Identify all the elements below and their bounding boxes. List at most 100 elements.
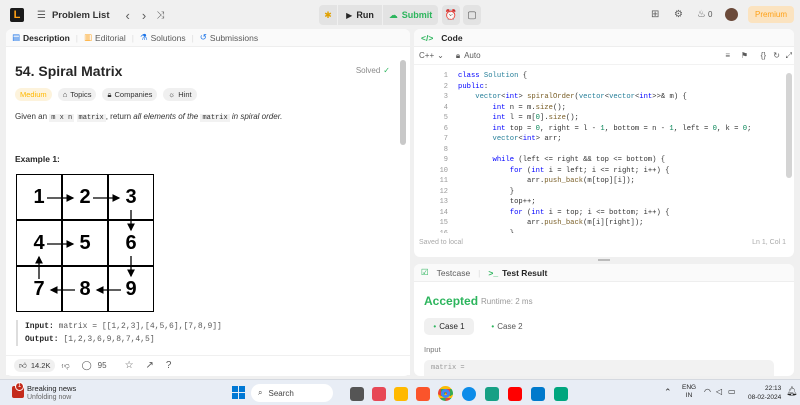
output-label: Output: <box>25 335 59 344</box>
chevron-up-icon[interactable]: ⌃ <box>664 387 672 398</box>
timer-button[interactable]: ⏰ <box>442 5 460 25</box>
help-icon[interactable]: ? <box>166 360 172 371</box>
code-line: int n = m.size(); <box>492 103 566 112</box>
windows-start-icon[interactable] <box>232 386 245 399</box>
line-number: 4 <box>443 103 448 112</box>
check-circle-icon: ✓ <box>383 66 390 75</box>
copilot-icon[interactable] <box>372 387 386 401</box>
news-subtitle: Unfolding now <box>27 394 72 401</box>
time: 22:13 <box>764 385 782 392</box>
case-2-tab[interactable]: • Case 2 <box>482 318 532 335</box>
volume-icon[interactable]: ◁ <box>716 387 722 396</box>
vscode-icon[interactable] <box>531 387 545 401</box>
like-count: 14.2K <box>30 361 51 370</box>
fire-icon[interactable]: ♨ <box>697 9 706 20</box>
avatar[interactable] <box>725 8 738 21</box>
bookmark-icon[interactable]: ⚑ <box>741 51 748 60</box>
battery-icon[interactable]: ▭ <box>728 387 736 396</box>
code-line: int l = m[0].size(); <box>492 114 579 122</box>
debug-button[interactable]: ✱ <box>319 5 337 25</box>
notification-badge: 1 <box>15 382 24 391</box>
lock-icon: 🔒︎ <box>107 89 112 99</box>
run-label: Run <box>356 10 374 20</box>
tab-testcase[interactable]: Testcase <box>437 268 471 278</box>
leetcode-logo-icon[interactable]: L <box>10 8 24 22</box>
chevron-right-icon[interactable]: › <box>142 8 146 23</box>
shuffle-icon[interactable]: ⤨ <box>156 10 164 21</box>
whatsapp-icon[interactable] <box>554 387 568 401</box>
settings-icon[interactable]: ⚙ <box>674 9 683 20</box>
submit-button[interactable]: ☁ Submit <box>383 5 438 25</box>
reset-icon[interactable]: ↻ <box>773 51 780 60</box>
desc-text-2: , return <box>105 112 134 121</box>
code-editor[interactable]: 12345678910111213141516 class Solution {… <box>414 69 786 233</box>
problem-list-link[interactable]: Problem List <box>52 10 110 21</box>
book-icon: ▥ <box>84 32 93 42</box>
result-status: Accepted <box>424 294 479 308</box>
chrome-icon[interactable] <box>438 386 453 401</box>
notifications-icon[interactable]: 🔔︎ <box>786 386 797 397</box>
companies-button[interactable]: 🔒︎ Companies <box>102 88 158 101</box>
lang-secondary: IN <box>685 392 693 399</box>
tab-description[interactable]: Description <box>23 33 70 43</box>
brave-browser-icon[interactable] <box>416 387 430 401</box>
spiral-matrix-image: 1 2 3 4 5 6 7 8 9 <box>16 174 154 312</box>
task-view-icon[interactable] <box>350 387 364 401</box>
tab-code[interactable]: Code <box>441 33 462 43</box>
share-icon[interactable]: ↗ <box>146 360 154 371</box>
taskbar-search[interactable]: ⌕ Search <box>251 384 333 402</box>
notes-button[interactable]: ▢ <box>463 5 481 25</box>
line-number: 9 <box>443 156 448 164</box>
streak-count: 0 <box>708 10 713 19</box>
tab-test-result[interactable]: Test Result <box>502 268 547 278</box>
tab-editorial[interactable]: Editorial <box>95 33 126 43</box>
star-icon[interactable]: ☆ <box>125 360 134 371</box>
language-select[interactable]: C++ <box>419 51 434 60</box>
edge-icon[interactable] <box>462 387 476 401</box>
code-scrollbar[interactable] <box>786 73 792 178</box>
left-tab-bar: ▤ Description | ▥ Editorial | ⚗ Solution… <box>6 29 410 47</box>
news-title[interactable]: Breaking news <box>27 384 76 393</box>
like-button[interactable]: 👍︎ 14.2K <box>14 359 56 372</box>
premium-button[interactable]: Premium <box>748 6 794 23</box>
layout-icon[interactable]: ⊞ <box>651 9 659 20</box>
input-value: matrix = [[1,2,3],[4,5,6],[7,8,9]] <box>58 322 222 331</box>
comment-icon[interactable]: ◯ <box>82 360 92 371</box>
topics-button[interactable]: ⌂ Topics <box>57 88 97 101</box>
tag-icon: ⌂ <box>62 90 68 99</box>
test-result-panel: ☑ Testcase | >_ Test Result Accepted Run… <box>414 264 794 376</box>
line-number: 2 <box>443 82 448 91</box>
expand-icon[interactable]: ⤢ <box>786 51 792 61</box>
description-scrollbar[interactable] <box>400 60 406 145</box>
difficulty-badge[interactable]: Medium <box>15 88 52 101</box>
language-indicator[interactable]: ENG IN <box>682 384 696 400</box>
youtube-icon[interactable] <box>508 387 522 401</box>
line-number: 7 <box>443 135 448 143</box>
thumbs-down-icon[interactable]: 👎︎ <box>61 361 69 371</box>
braces-icon[interactable]: {} <box>761 51 766 60</box>
code-line: arr.push_back(m[i][right]); <box>458 219 644 227</box>
input-field[interactable]: matrix = <box>424 360 774 376</box>
history-icon: ↺ <box>199 32 207 42</box>
store-icon[interactable] <box>485 387 499 401</box>
chevron-left-icon[interactable]: ‹ <box>126 8 130 23</box>
test-tab-bar: ☑ Testcase | >_ Test Result <box>414 264 794 282</box>
file-explorer-icon[interactable] <box>394 387 408 401</box>
tab-submissions[interactable]: Submissions <box>210 33 258 43</box>
resize-handle[interactable] <box>598 259 610 261</box>
cursor-position: Ln 1, Col 1 <box>752 239 786 246</box>
line-number: 8 <box>443 145 448 154</box>
spiral-arrows <box>35 194 135 294</box>
auto-label[interactable]: Auto <box>464 51 480 60</box>
tab-solutions[interactable]: Solutions <box>151 33 186 43</box>
format-icon[interactable]: ≡ <box>725 51 730 60</box>
case-1-tab[interactable]: • Case 1 <box>424 318 474 335</box>
code-line: arr.push_back(m[top][i]); <box>458 177 635 185</box>
menu-icon[interactable]: ☰ <box>37 10 46 21</box>
line-number: 16 <box>414 230 448 234</box>
hint-button[interactable]: ☼ Hint <box>163 88 197 101</box>
run-button[interactable]: ▶ Run <box>338 5 382 25</box>
line-number: 10 <box>439 166 448 175</box>
wifi-icon[interactable]: ◠ <box>704 387 711 396</box>
clock[interactable]: 22:13 08-02-2024 <box>748 384 781 402</box>
